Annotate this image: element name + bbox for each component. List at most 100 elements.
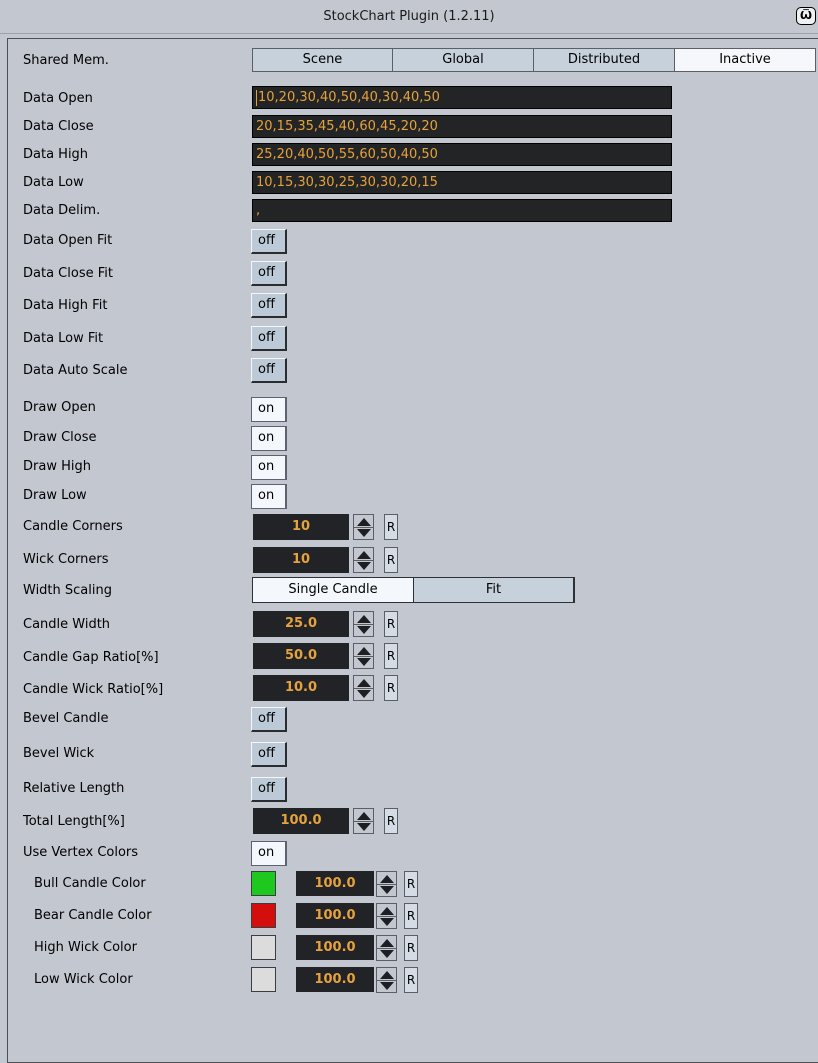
- arrow-up-icon[interactable]: [357, 679, 371, 687]
- draw-close-toggle[interactable]: on: [251, 426, 287, 451]
- spinner-divider: [354, 527, 373, 528]
- spinner-divider: [354, 688, 373, 689]
- candle-corners-reset-button[interactable]: R: [384, 514, 398, 540]
- candle-gap-ratio-reset-button[interactable]: R: [384, 643, 398, 669]
- arrow-down-icon[interactable]: [357, 823, 371, 831]
- wick-corners-reset-button[interactable]: R: [384, 547, 398, 573]
- low-wick-color-label: Low Wick Color: [34, 972, 133, 987]
- arrow-down-icon[interactable]: [357, 562, 371, 570]
- use-vertex-colors-toggle[interactable]: on: [251, 841, 287, 866]
- high-wick-color-label: High Wick Color: [34, 940, 137, 955]
- candle-gap-ratio-spinner[interactable]: [353, 643, 374, 669]
- low-wick-color-swatch[interactable]: [251, 967, 276, 992]
- low-wick-reset-button[interactable]: R: [404, 967, 418, 993]
- candle-wick-ratio-label: Candle Wick Ratio[%]: [23, 682, 164, 697]
- arrow-up-icon[interactable]: [357, 647, 371, 655]
- total-length-input[interactable]: 100.0: [253, 808, 349, 834]
- data-close-fit-toggle[interactable]: off: [251, 261, 287, 286]
- draw-high-toggle[interactable]: on: [251, 455, 287, 480]
- total-length-spinner[interactable]: [353, 808, 374, 834]
- width-scaling-label: Width Scaling: [23, 583, 112, 598]
- arrow-down-icon[interactable]: [380, 982, 394, 990]
- wick-corners-spinner[interactable]: [353, 547, 374, 573]
- data-auto-scale-toggle[interactable]: off: [251, 358, 287, 383]
- draw-open-label: Draw Open: [23, 400, 96, 415]
- candle-wick-ratio-spinner[interactable]: [353, 675, 374, 701]
- candle-corners-spinner[interactable]: [353, 514, 374, 540]
- bevel-wick-toggle[interactable]: off: [251, 742, 287, 767]
- arrow-down-icon[interactable]: [357, 529, 371, 537]
- data-open-input[interactable]: 10,20,30,40,50,40,30,40,50: [252, 86, 672, 109]
- arrow-down-icon[interactable]: [380, 950, 394, 958]
- tab-inactive[interactable]: Inactive: [675, 48, 816, 72]
- arrow-up-icon[interactable]: [380, 875, 394, 883]
- candle-width-input[interactable]: 25.0: [253, 611, 349, 637]
- bear-candle-alpha-input[interactable]: 100.0: [296, 903, 374, 928]
- bull-candle-color-swatch[interactable]: [251, 871, 276, 896]
- bear-candle-reset-button[interactable]: R: [404, 903, 418, 929]
- data-delim-input[interactable]: ,: [252, 199, 672, 222]
- width-scaling-selector: Single Candle Fit: [252, 577, 575, 603]
- wick-corners-input[interactable]: 10: [253, 547, 349, 573]
- data-close-label: Data Close: [23, 119, 94, 134]
- plugin-icon[interactable]: Ѿ: [796, 7, 816, 25]
- tab-distributed[interactable]: Distributed: [534, 48, 675, 72]
- spinner-divider: [354, 560, 373, 561]
- arrow-down-icon[interactable]: [380, 918, 394, 926]
- candle-wick-ratio-input[interactable]: 10.0: [253, 675, 349, 701]
- candle-gap-ratio-input[interactable]: 50.0: [253, 643, 349, 669]
- arrow-down-icon[interactable]: [357, 690, 371, 698]
- total-length-reset-button[interactable]: R: [384, 808, 398, 834]
- arrow-up-icon[interactable]: [357, 812, 371, 820]
- arrow-up-icon[interactable]: [380, 971, 394, 979]
- tab-scene[interactable]: Scene: [252, 48, 393, 72]
- arrow-up-icon[interactable]: [380, 939, 394, 947]
- candle-width-spinner[interactable]: [353, 611, 374, 637]
- bull-candle-alpha-spinner[interactable]: [376, 871, 397, 897]
- high-wick-reset-button[interactable]: R: [404, 935, 418, 961]
- high-wick-alpha-spinner[interactable]: [376, 935, 397, 961]
- data-close-input[interactable]: 20,15,35,45,40,60,45,20,20: [252, 115, 672, 138]
- data-high-fit-toggle[interactable]: off: [251, 293, 287, 318]
- data-low-fit-toggle[interactable]: off: [251, 326, 287, 351]
- draw-low-toggle[interactable]: on: [251, 484, 287, 509]
- draw-open-toggle[interactable]: on: [251, 397, 287, 422]
- arrow-up-icon[interactable]: [357, 615, 371, 623]
- bull-candle-color-label: Bull Candle Color: [34, 876, 146, 891]
- bull-candle-reset-button[interactable]: R: [404, 871, 418, 897]
- data-high-fit-label: Data High Fit: [23, 298, 108, 313]
- arrow-up-icon[interactable]: [357, 551, 371, 559]
- spinner-divider: [354, 624, 373, 625]
- candle-width-reset-button[interactable]: R: [384, 611, 398, 637]
- total-length-label: Total Length[%]: [23, 814, 125, 829]
- candle-corners-input[interactable]: 10: [253, 514, 349, 540]
- bear-candle-color-swatch[interactable]: [251, 903, 276, 928]
- data-high-label: Data High: [23, 147, 89, 162]
- arrow-down-icon[interactable]: [357, 626, 371, 634]
- shared-mem-label: Shared Mem.: [23, 53, 109, 68]
- bear-candle-alpha-spinner[interactable]: [376, 903, 397, 929]
- data-high-input[interactable]: 25,20,40,50,55,60,50,40,50: [252, 143, 672, 166]
- low-wick-alpha-spinner[interactable]: [376, 967, 397, 993]
- data-close-fit-label: Data Close Fit: [23, 266, 113, 281]
- candle-gap-ratio-label: Candle Gap Ratio[%]: [23, 650, 159, 665]
- high-wick-alpha-input[interactable]: 100.0: [296, 935, 374, 960]
- bull-candle-alpha-input[interactable]: 100.0: [296, 871, 374, 896]
- arrow-up-icon[interactable]: [357, 518, 371, 526]
- arrow-down-icon[interactable]: [357, 658, 371, 666]
- draw-close-label: Draw Close: [23, 430, 97, 445]
- data-low-input[interactable]: 10,15,30,30,25,30,30,20,15: [252, 171, 672, 194]
- option-fit[interactable]: Fit: [414, 577, 575, 603]
- data-open-value: 10,20,30,40,50,40,30,40,50: [258, 90, 440, 105]
- relative-length-toggle[interactable]: off: [251, 777, 287, 802]
- candle-wick-ratio-reset-button[interactable]: R: [384, 675, 398, 701]
- arrow-up-icon[interactable]: [380, 907, 394, 915]
- bevel-candle-toggle[interactable]: off: [251, 707, 287, 732]
- low-wick-alpha-input[interactable]: 100.0: [296, 967, 374, 992]
- arrow-down-icon[interactable]: [380, 886, 394, 894]
- bear-candle-color-label: Bear Candle Color: [34, 908, 152, 923]
- option-single-candle[interactable]: Single Candle: [252, 577, 414, 603]
- data-open-fit-toggle[interactable]: off: [251, 229, 287, 254]
- tab-global[interactable]: Global: [393, 48, 534, 72]
- high-wick-color-swatch[interactable]: [251, 935, 276, 960]
